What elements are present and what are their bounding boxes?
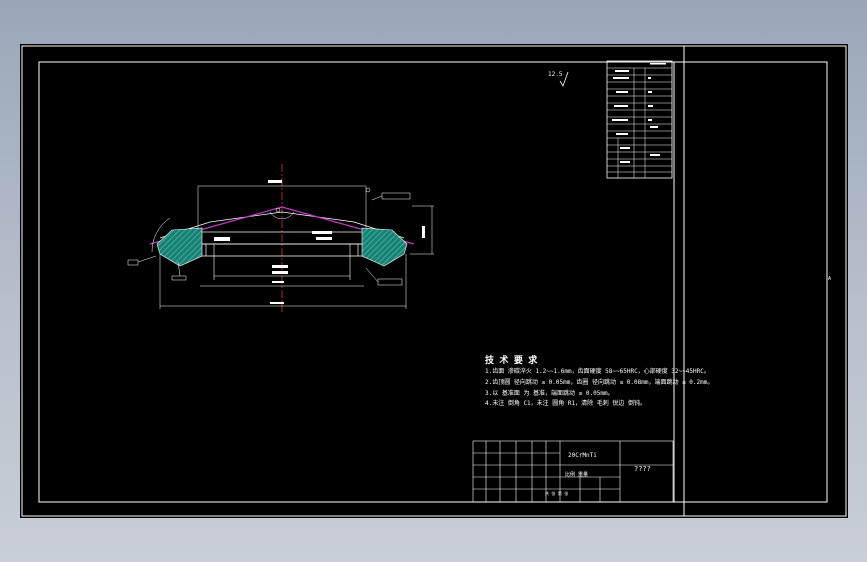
tooth-section-left <box>156 227 203 267</box>
title-block-part-name: ???? <box>634 465 651 473</box>
title-block-sheet-row: 共 张 第 张 <box>545 491 569 496</box>
gear-parameter-table <box>606 60 673 179</box>
tooth-section-right <box>361 227 408 267</box>
gear-section-view <box>127 164 434 314</box>
cad-drawing <box>21 45 847 517</box>
inner-frame <box>38 61 828 503</box>
tech-requirement-item: 3.以 基准面 为 基准，端面跳动 ≤ 0.05mm。 <box>485 390 614 397</box>
outer-frame <box>21 45 847 517</box>
frame-edge-mark: A <box>828 276 832 282</box>
cad-viewport[interactable]: 12.5 技 术 要 求 1.齿面 渗碳淬火 1.2~~1.6mm，齿面硬度 5… <box>20 44 848 518</box>
tech-requirement-item: 1.齿面 渗碳淬火 1.2~~1.6mm，齿面硬度 58~~65HRC，心部硬度… <box>485 368 710 375</box>
tech-requirements-title: 技 术 要 求 <box>485 356 538 366</box>
tech-requirement-item: 4.未注 倒角 C1，未注 圆角 R1，清除 毛刺 锐边 倒钝。 <box>485 400 646 407</box>
title-block-scale-row: 比例 重量 <box>565 472 589 478</box>
roughness-value: 12.5 <box>548 71 563 78</box>
tech-requirement-item: 2.齿顶圆 径向跳动 ≤ 0.05mm，齿圈 径向跳动 ≤ 0.08mm，端面跳… <box>485 379 714 386</box>
title-block-material: 20CrMnTi <box>568 452 597 459</box>
